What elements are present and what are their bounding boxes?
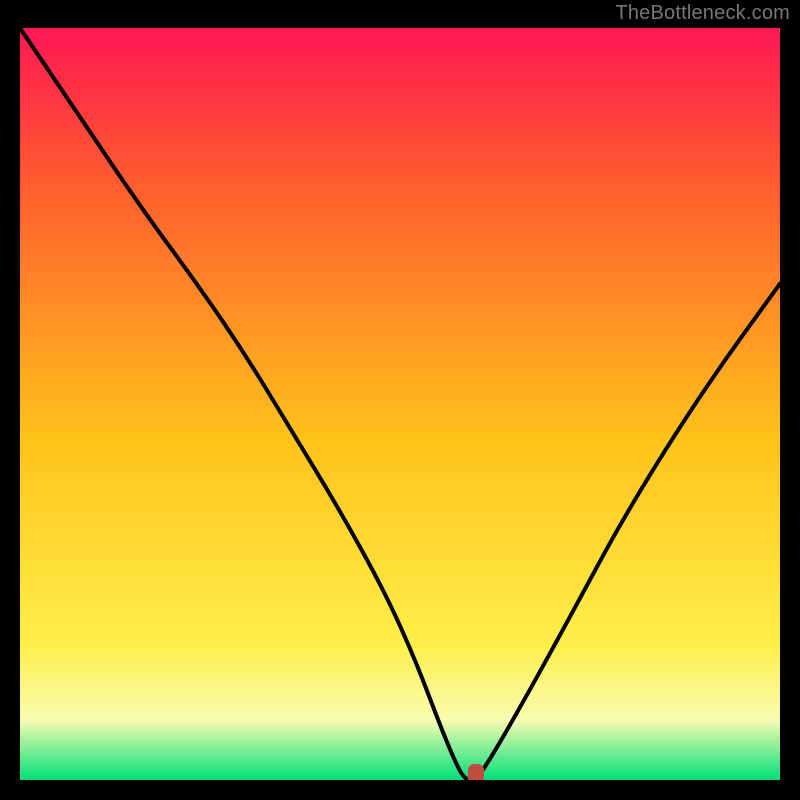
chart-frame: TheBottleneck.com xyxy=(0,0,800,800)
optimal-point-marker xyxy=(468,764,484,780)
gradient-background xyxy=(20,28,780,780)
plot-svg xyxy=(20,28,780,780)
bottleneck-plot xyxy=(20,28,780,780)
attribution-label: TheBottleneck.com xyxy=(615,2,790,25)
